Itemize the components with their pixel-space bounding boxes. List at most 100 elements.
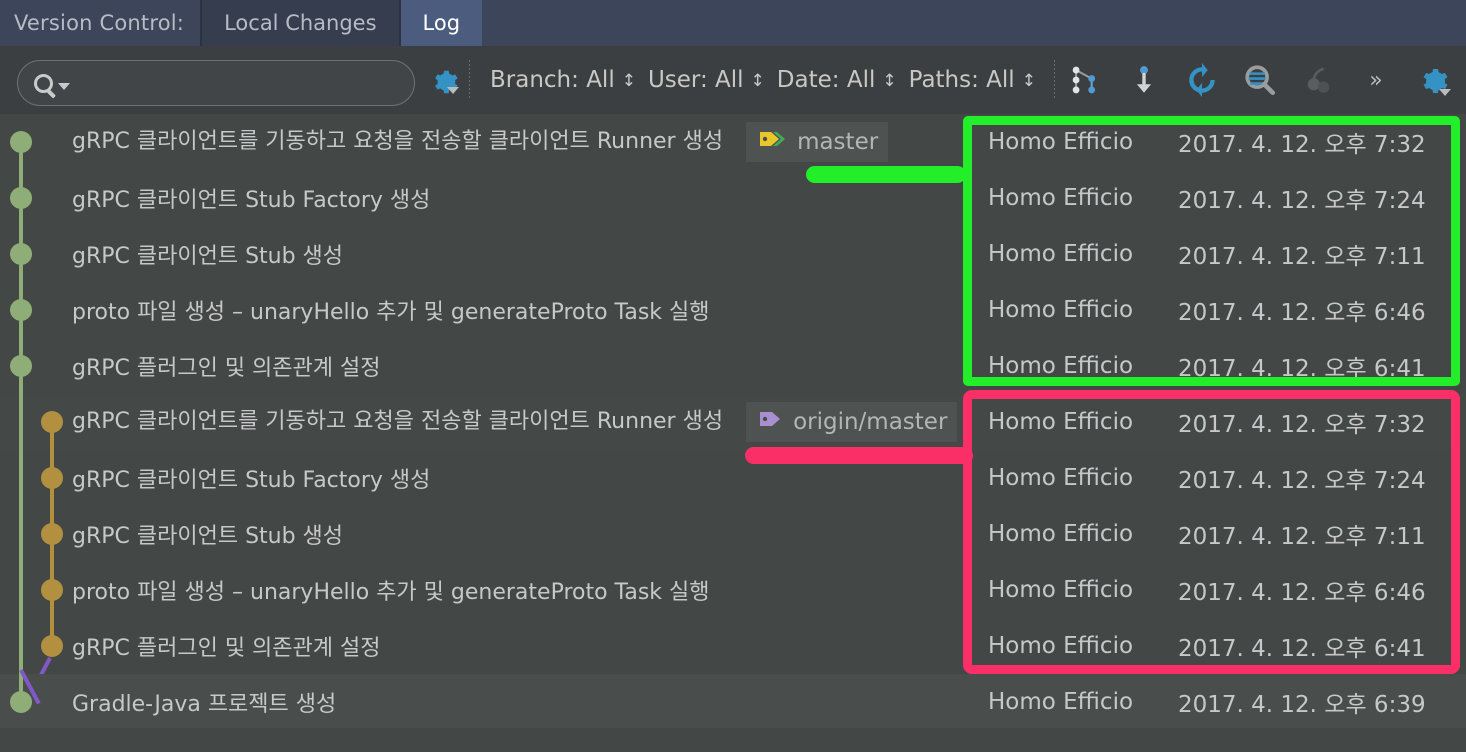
ref-label-master[interactable]: master xyxy=(746,122,889,162)
commit-graph-cell xyxy=(0,669,72,730)
updown-icon: ↕ xyxy=(750,71,765,91)
tool-window-tabbar: Version Control: Local Changes Log xyxy=(0,0,1466,46)
commit-graph-cell xyxy=(0,338,72,394)
commit-graph-cell xyxy=(0,562,72,618)
commit-subject-text: proto 파일 생성 – unaryHello 추가 및 generatePr… xyxy=(72,580,710,605)
table-row[interactable]: gRPC 클라이언트 Stub 생성 Homo Efficio 2017. 4.… xyxy=(0,506,1466,562)
commit-graph-cell xyxy=(0,506,72,562)
branch-filter[interactable]: Branch: All ↕ xyxy=(484,67,642,93)
search-commit-icon[interactable] xyxy=(1243,63,1277,97)
date-filter-label: Date: All xyxy=(776,67,876,93)
table-row[interactable]: gRPC 클라이언트를 기동하고 요청을 전송할 클라이언트 Runner 생성… xyxy=(0,394,1466,450)
commit-log-table[interactable]: gRPC 클라이언트를 기동하고 요청을 전송할 클라이언트 Runner 생성… xyxy=(0,114,1466,752)
table-row[interactable]: gRPC 플러그인 및 의존관계 설정 Homo Efficio 2017. 4… xyxy=(0,618,1466,693)
commit-subject-text: gRPC 플러그인 및 의존관계 설정 xyxy=(72,636,381,661)
commit-subject: proto 파일 생성 – unaryHello 추가 및 generatePr… xyxy=(72,574,978,606)
updown-icon: ↕ xyxy=(1021,71,1036,91)
commit-author: Homo Efficio xyxy=(988,409,1134,435)
commit-node xyxy=(10,243,32,265)
commit-graph-cell xyxy=(0,114,72,170)
updown-icon: ↕ xyxy=(882,71,897,91)
gear-icon[interactable] xyxy=(429,67,459,94)
commit-subject-text: proto 파일 생성 – unaryHello 추가 및 generatePr… xyxy=(72,300,710,325)
commit-date: 2017. 4. 12. 오후 6:41 xyxy=(1178,636,1426,662)
date-filter[interactable]: Date: All ↕ xyxy=(771,67,903,93)
branch-filter-label: Branch: All xyxy=(490,67,615,93)
overflow-icon[interactable]: » xyxy=(1359,63,1393,97)
updown-icon: ↕ xyxy=(621,71,636,91)
paths-filter-label: Paths: All xyxy=(908,67,1015,93)
ref-label-text: origin/master xyxy=(793,409,948,435)
ref-label-origin-master[interactable]: origin/master xyxy=(746,402,958,442)
commit-date: 2017. 4. 12. 오후 7:11 xyxy=(1178,524,1426,550)
commit-node xyxy=(41,579,63,601)
log-settings-gear-icon[interactable] xyxy=(1417,65,1451,96)
commit-graph-cell xyxy=(0,618,72,693)
table-row[interactable]: gRPC 클라이언트 Stub Factory 생성 Homo Efficio … xyxy=(0,450,1466,506)
commit-author: Homo Efficio xyxy=(988,633,1134,659)
commit-graph-cell xyxy=(0,170,72,226)
commit-date: 2017. 4. 12. 오후 7:11 xyxy=(1178,244,1426,270)
commit-subject: Gradle-Java 프로젝트 생성 xyxy=(72,686,978,718)
commit-date: 2017. 4. 12. 오후 7:32 xyxy=(1178,412,1426,438)
user-filter-label: User: All xyxy=(647,67,744,93)
commit-author: Homo Efficio xyxy=(988,241,1134,267)
table-row[interactable]: gRPC 클라이언트 Stub 생성 Homo Efficio 2017. 4.… xyxy=(0,226,1466,282)
commit-date: 2017. 4. 12. 오후 6:46 xyxy=(1178,580,1426,606)
commit-graph-cell xyxy=(0,226,72,282)
toolbar-separator-1 xyxy=(469,60,470,100)
commit-subject-text: gRPC 클라이언트를 기동하고 요청을 전송할 클라이언트 Runner 생성 xyxy=(72,409,724,434)
commit-subject: gRPC 클라이언트를 기동하고 요청을 전송할 클라이언트 Runner 생성… xyxy=(72,402,978,442)
commit-subject-text: gRPC 클라이언트 Stub 생성 xyxy=(72,244,344,269)
filter-group: Branch: All ↕ User: All ↕ Date: All ↕ Pa… xyxy=(484,67,1042,93)
ref-label-text: master xyxy=(797,129,879,155)
toolbar-actions: » xyxy=(1069,63,1463,97)
commit-author: Homo Efficio xyxy=(988,577,1134,603)
commit-node xyxy=(10,355,32,377)
paths-filter[interactable]: Paths: All ↕ xyxy=(903,67,1042,93)
commit-node xyxy=(10,691,32,713)
commit-subject-text: gRPC 클라이언트를 기동하고 요청을 전송할 클라이언트 Runner 생성 xyxy=(72,129,724,154)
commit-graph-cell xyxy=(0,394,72,450)
commit-subject: gRPC 클라이언트 Stub Factory 생성 xyxy=(72,182,978,214)
caret-down-icon[interactable] xyxy=(58,83,70,90)
table-row[interactable]: gRPC 클라이언트를 기동하고 요청을 전송할 클라이언트 Runner 생성… xyxy=(0,114,1466,170)
refresh-icon[interactable] xyxy=(1185,63,1219,97)
commit-node xyxy=(41,467,63,489)
commit-date: 2017. 4. 12. 오후 7:24 xyxy=(1178,468,1426,494)
commit-author: Homo Efficio xyxy=(988,465,1134,491)
user-filter[interactable]: User: All ↕ xyxy=(642,67,771,93)
cherry-pick-icon[interactable] xyxy=(1301,63,1335,97)
commit-date: 2017. 4. 12. 오후 7:32 xyxy=(1178,132,1426,158)
commit-subject-text: gRPC 플러그인 및 의존관계 설정 xyxy=(72,356,381,381)
commit-node xyxy=(41,523,63,545)
intellisort-icon[interactable] xyxy=(1127,63,1161,97)
commit-subject-text: Gradle-Java 프로젝트 생성 xyxy=(72,692,337,717)
version-control-log-window: Version Control: Local Changes Log Branc… xyxy=(0,0,1466,752)
table-row[interactable]: gRPC 클라이언트 Stub Factory 생성 Homo Efficio … xyxy=(0,170,1466,226)
table-row[interactable]: gRPC 플러그인 및 의존관계 설정 Homo Efficio 2017. 4… xyxy=(0,338,1466,394)
table-row[interactable]: proto 파일 생성 – unaryHello 추가 및 generatePr… xyxy=(0,282,1466,338)
commit-date: 2017. 4. 12. 오후 6:46 xyxy=(1178,300,1426,326)
commit-date: 2017. 4. 12. 오후 6:39 xyxy=(1178,692,1426,718)
commit-node xyxy=(41,635,63,657)
table-row[interactable]: proto 파일 생성 – unaryHello 추가 및 generatePr… xyxy=(0,562,1466,618)
overflow-label: » xyxy=(1369,67,1383,93)
tool-window-title: Version Control: xyxy=(0,0,203,46)
commit-author: Homo Efficio xyxy=(988,353,1134,379)
commit-node xyxy=(10,299,32,321)
tab-local-changes[interactable]: Local Changes xyxy=(202,0,401,46)
search-input[interactable] xyxy=(17,60,415,106)
tab-log[interactable]: Log xyxy=(400,0,483,46)
commit-subject-text: gRPC 클라이언트 Stub Factory 생성 xyxy=(72,468,431,493)
search-icon xyxy=(34,73,53,93)
commit-author: Homo Efficio xyxy=(988,129,1134,155)
show-branches-icon[interactable] xyxy=(1069,63,1103,97)
branch-tag-icon xyxy=(758,128,788,156)
commit-node xyxy=(10,187,32,209)
commit-subject-text: gRPC 클라이언트 Stub 생성 xyxy=(72,524,344,549)
commit-subject: gRPC 플러그인 및 의존관계 설정 xyxy=(72,630,978,662)
commit-author: Homo Efficio xyxy=(988,521,1134,547)
table-row[interactable]: Gradle-Java 프로젝트 생성 Homo Efficio 2017. 4… xyxy=(0,669,1466,730)
commit-node xyxy=(41,411,63,433)
